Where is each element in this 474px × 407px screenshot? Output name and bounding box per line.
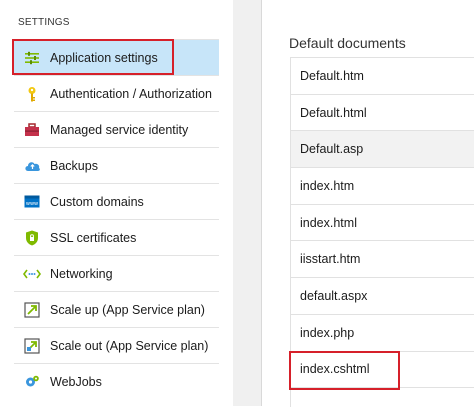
document-row[interactable]: default.aspx: [290, 277, 474, 314]
sidebar-item-label: Managed service identity: [50, 122, 189, 137]
sidebar-item-authentication[interactable]: Authentication / Authorization: [14, 75, 219, 111]
settings-nav: Application settings Authentication / Au…: [14, 39, 219, 399]
document-row[interactable]: Default.htm: [290, 57, 474, 94]
panel-gap: [219, 0, 233, 406]
sidebar-item-ssl-certificates[interactable]: SSL certificates: [14, 219, 219, 255]
sidebar-item-application-settings[interactable]: Application settings: [14, 39, 219, 75]
sidebar-item-label: Custom domains: [50, 194, 144, 209]
svg-text:www: www: [26, 201, 38, 207]
document-row[interactable]: Default.asp: [290, 130, 474, 168]
section-label: SETTINGS: [18, 17, 70, 28]
cloud-backup-icon: [23, 157, 41, 175]
key-icon: [23, 85, 41, 103]
sidebar-item-managed-service-identity[interactable]: Managed service identity: [14, 111, 219, 147]
sidebar-item-label: Backups: [50, 158, 98, 173]
scale-up-icon: [23, 301, 41, 319]
sidebar-item-scale-out[interactable]: Scale out (App Service plan): [14, 327, 219, 363]
default-documents-list: Default.htm Default.html Default.asp ind…: [290, 57, 474, 407]
shield-certificate-icon: [23, 229, 41, 247]
sidebar-item-backups[interactable]: Backups: [14, 147, 219, 183]
document-row[interactable]: Default.html: [290, 93, 474, 131]
settings-sidebar: SETTINGS Application settings Authentica…: [0, 0, 219, 406]
sidebar-item-label: SSL certificates: [50, 230, 137, 245]
sidebar-item-label: Application settings: [50, 50, 158, 65]
sidebar-item-webjobs[interactable]: WebJobs: [14, 363, 219, 399]
networking-arrows-icon: [23, 265, 41, 283]
scale-out-icon: [23, 337, 41, 355]
sidebar-item-label: Scale out (App Service plan): [50, 338, 209, 353]
document-row[interactable]: index.php: [290, 313, 474, 351]
document-row[interactable]: index.cshtml: [290, 350, 474, 388]
document-row[interactable]: index.htm: [290, 167, 474, 204]
blade-divider: [233, 0, 261, 406]
sidebar-item-label: WebJobs: [50, 374, 102, 389]
sidebar-item-label: Authentication / Authorization: [50, 86, 212, 101]
www-domain-icon: www: [23, 193, 41, 211]
sidebar-item-label: Scale up (App Service plan): [50, 302, 205, 317]
document-row[interactable]: iisstart.htm: [290, 240, 474, 278]
document-row[interactable]: index.html: [290, 203, 474, 241]
default-documents-panel: Default documents Default.htm Default.ht…: [262, 0, 474, 407]
webjobs-gear-icon: [23, 373, 41, 391]
new-document-input[interactable]: [290, 387, 474, 407]
sidebar-item-networking[interactable]: Networking: [14, 255, 219, 291]
sidebar-item-custom-domains[interactable]: www Custom domains: [14, 183, 219, 219]
sidebar-item-label: Networking: [50, 266, 113, 281]
toolbox-icon: [23, 121, 41, 139]
settings-sliders-icon: [23, 49, 41, 67]
sidebar-item-scale-up[interactable]: Scale up (App Service plan): [14, 291, 219, 327]
section-title: Default documents: [289, 35, 406, 51]
